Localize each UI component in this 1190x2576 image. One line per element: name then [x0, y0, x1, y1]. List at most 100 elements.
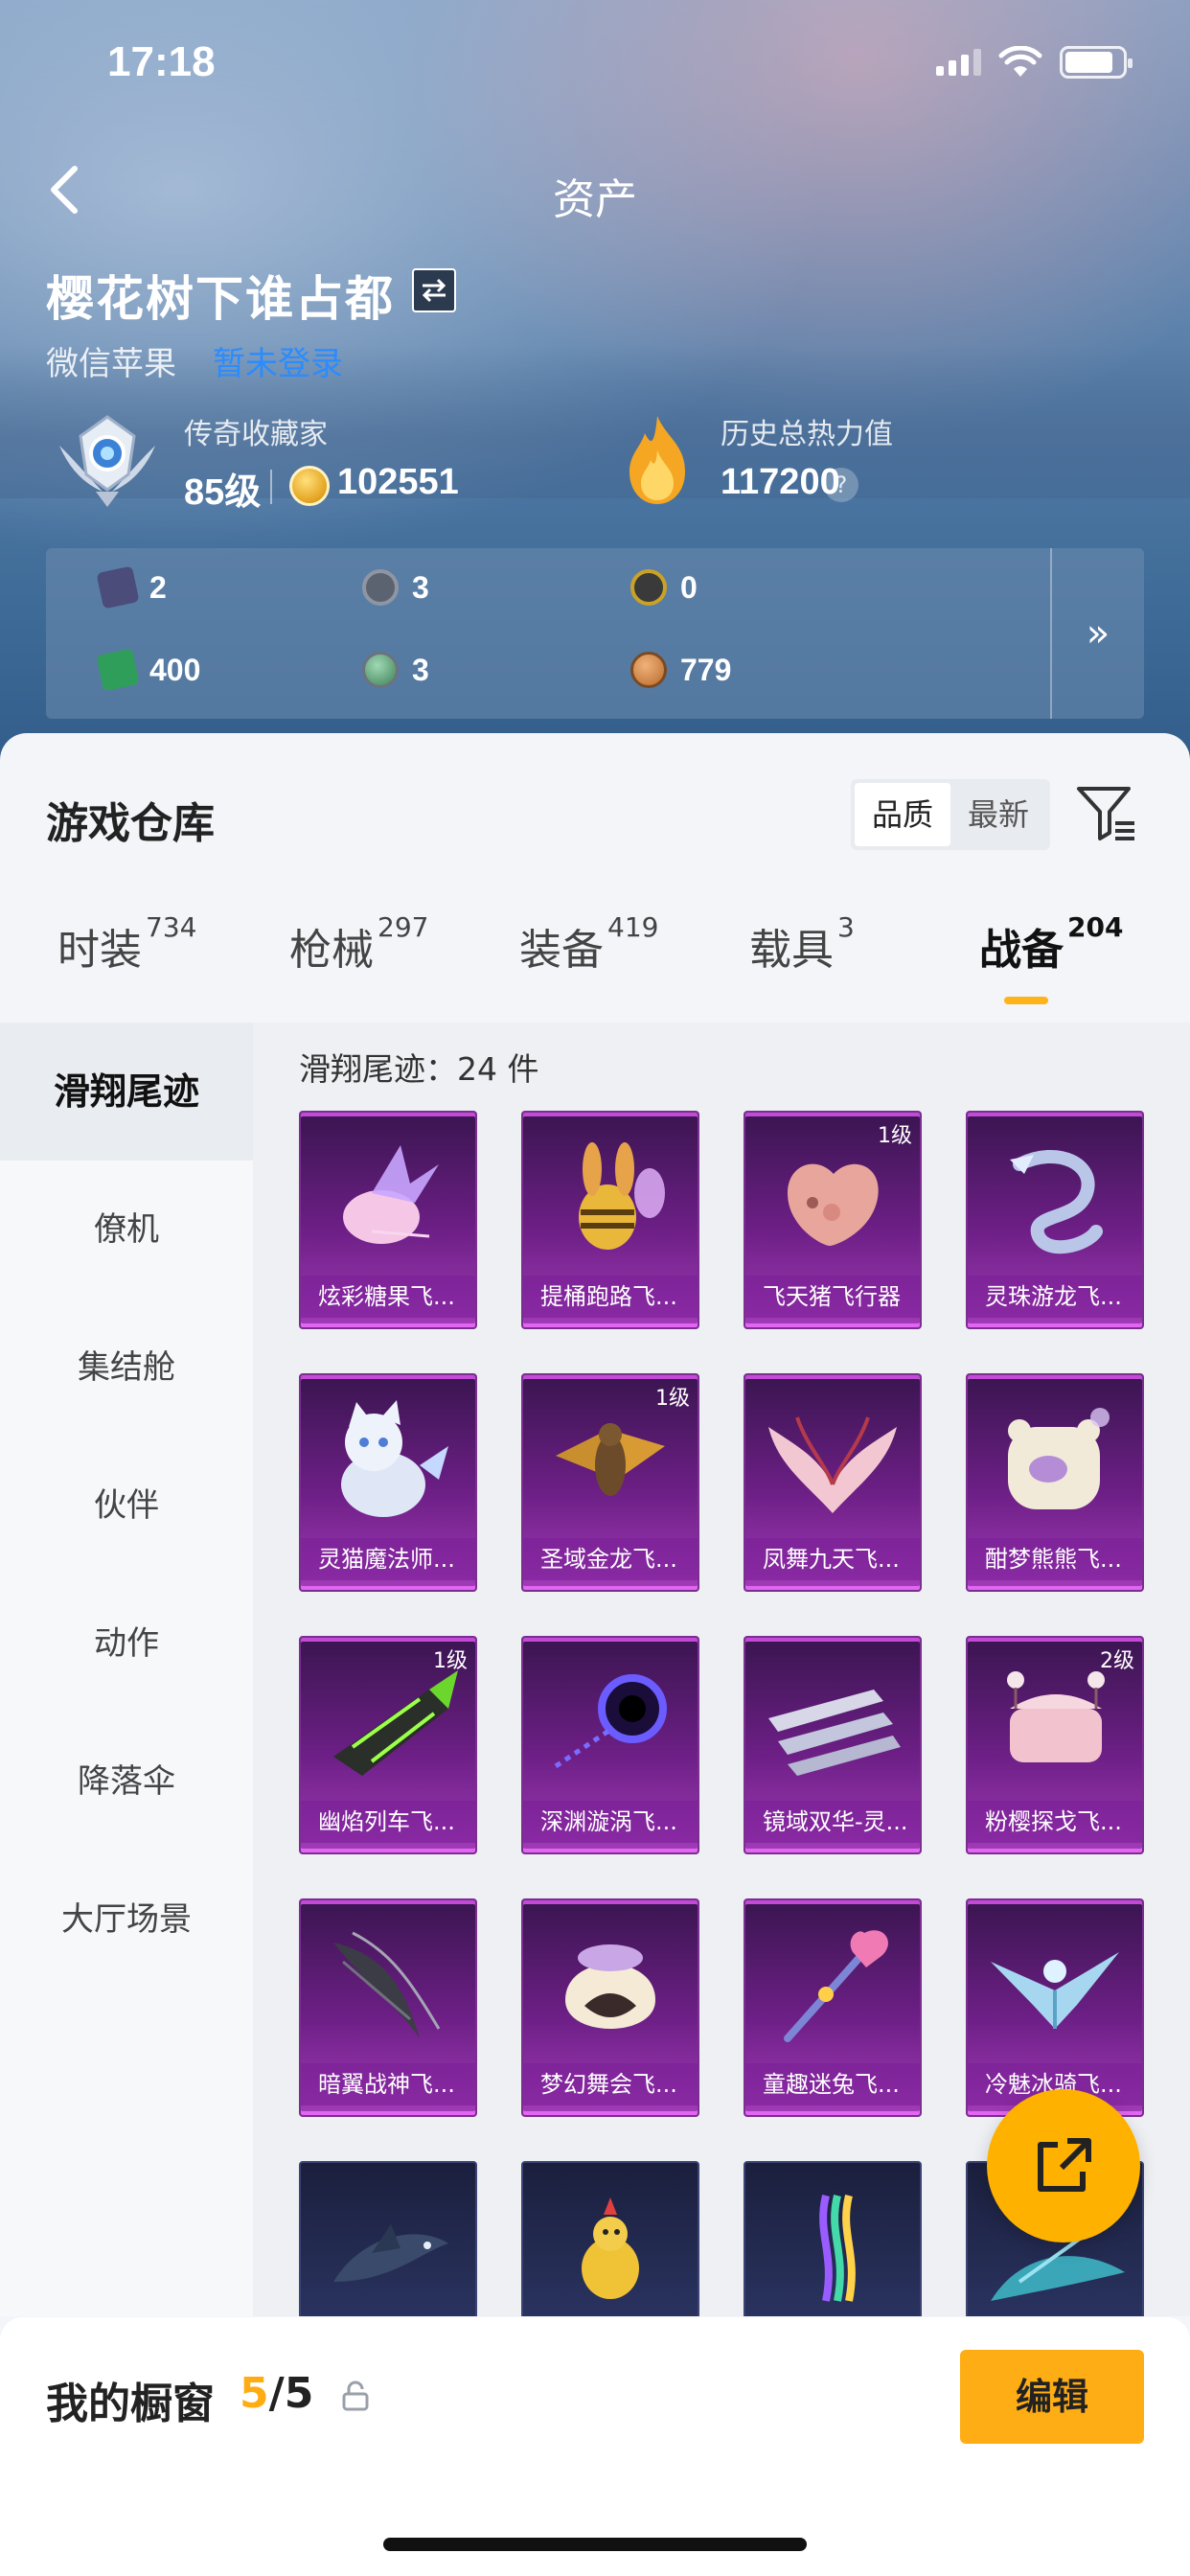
mirror-blades-icon — [768, 1690, 901, 1776]
collection-score: 102551 — [337, 462, 459, 502]
wifi-icon — [998, 46, 1042, 77]
tab-count: 3 — [837, 911, 855, 943]
item-card[interactable] — [299, 2161, 477, 2316]
chicken-icon — [582, 2197, 639, 2299]
grid-count-title: 滑翔尾迹：24 件 — [299, 1050, 539, 1088]
item-card[interactable]: 灵珠游龙飞... — [966, 1111, 1144, 1329]
rank-title: 传奇收藏家 — [184, 418, 328, 451]
item-name: 镜域双华-灵... — [745, 1801, 920, 1843]
lock-icon — [342, 2380, 369, 2411]
sidebar-item-glide-trail[interactable]: 滑翔尾迹 — [0, 1023, 253, 1161]
item-card[interactable]: 炫彩糖果飞... — [299, 1111, 477, 1329]
sidebar-item-lobby-scene[interactable]: 大厅场景 — [0, 1851, 253, 1989]
bronze-coin-icon — [630, 652, 667, 688]
resource-value: 2 — [149, 569, 167, 605]
category-tabs: 时装 734 枪械 297 装备 419 载具 3 战备 204 — [0, 911, 1190, 1021]
item-card[interactable]: 深渊漩涡飞... — [521, 1636, 699, 1854]
ticket-icon — [96, 648, 140, 692]
item-name: 灵珠游龙飞... — [968, 1276, 1142, 1318]
item-card[interactable]: 童趣迷兔飞... — [744, 1898, 922, 2117]
item-name: 梦幻舞会飞... — [523, 2063, 698, 2105]
item-card[interactable]: 暗翼战神飞... — [299, 1898, 477, 2117]
sidebar-item-wingman[interactable]: 僚机 — [0, 1161, 253, 1299]
card-icon — [96, 565, 140, 610]
dark-wings-icon — [333, 1931, 441, 2038]
item-card[interactable]: 1级 圣域金龙飞... — [521, 1373, 699, 1592]
tab-count: 204 — [1067, 911, 1124, 943]
user-name: 樱花树下谁占都 — [46, 271, 395, 327]
item-card[interactable]: 酣梦熊熊飞... — [966, 1373, 1144, 1592]
green-orb-icon — [362, 652, 399, 688]
item-card[interactable] — [744, 2161, 922, 2316]
candy-glider-icon — [343, 1145, 439, 1244]
rank-emblem-icon — [59, 415, 155, 507]
tab-count: 419 — [607, 911, 659, 943]
platform-label: 微信苹果 — [46, 345, 176, 383]
showcase-title: 我的橱窗 — [46, 2380, 215, 2428]
item-card[interactable]: 提桶跑路飞... — [521, 1111, 699, 1329]
item-card[interactable]: 凤舞九天飞... — [744, 1373, 922, 1592]
tab-vehicles[interactable]: 载具 3 — [749, 911, 855, 977]
filter-icon[interactable] — [1075, 781, 1138, 844]
sidebar-item-companion[interactable]: 伙伴 — [0, 1437, 253, 1575]
sakura-tango-icon — [1007, 1671, 1105, 1762]
cellular-signal-icon — [936, 49, 981, 76]
sidebar-item-emote[interactable]: 动作 — [0, 1575, 253, 1713]
divider — [270, 470, 272, 504]
item-card[interactable]: 梦幻舞会飞... — [521, 1898, 699, 2117]
item-card[interactable]: 1级 飞天猪飞行器 — [744, 1111, 922, 1329]
item-name: 暗翼战神飞... — [301, 2063, 475, 2105]
tab-label: 时装 — [57, 926, 142, 975]
item-name: 粉樱探戈飞... — [968, 1801, 1142, 1843]
resource-panel: 2 3 0 400 3 779 » — [46, 548, 1144, 719]
help-icon[interactable]: ? — [824, 468, 858, 502]
tab-equipment[interactable]: 装备 419 — [519, 911, 658, 977]
magic-cat-icon — [341, 1400, 448, 1517]
subcategory-sidebar: 滑翔尾迹 僚机 集结舱 伙伴 动作 降落伞 大厅场景 — [0, 1023, 253, 2316]
item-card[interactable] — [521, 2161, 699, 2316]
resources-more-button[interactable]: » — [1050, 548, 1144, 719]
tab-count: 734 — [146, 911, 197, 943]
resource-value: 0 — [680, 569, 698, 605]
sleepy-bear-icon — [1008, 1408, 1110, 1509]
sort-toggle: 品质 最新 — [851, 779, 1051, 850]
active-tab-indicator — [1004, 997, 1048, 1004]
item-card[interactable]: 镜域双华-灵... — [744, 1636, 922, 1854]
profile-header: 17:18 资产 樱花树下谁占都 微信苹果 暂未登录 传奇收藏家 85级 102… — [0, 0, 1190, 767]
resource-value: 3 — [412, 569, 429, 605]
abyss-vortex-icon — [554, 1674, 667, 1769]
sidebar-item-pod[interactable]: 集结舱 — [0, 1299, 253, 1437]
token-icon — [362, 569, 399, 606]
sort-latest-button[interactable]: 最新 — [950, 783, 1046, 846]
item-card[interactable]: 1级 幽焰列车飞... — [299, 1636, 477, 1854]
bee-bucket-icon — [579, 1142, 665, 1250]
item-name: 灵猫魔法师... — [301, 1538, 475, 1580]
item-name: 炫彩糖果飞... — [301, 1276, 475, 1318]
tab-guns[interactable]: 枪械 297 — [289, 911, 428, 977]
item-name: 凤舞九天飞... — [745, 1538, 920, 1580]
resource-value: 3 — [412, 652, 429, 687]
edit-button[interactable]: 编辑 — [960, 2350, 1144, 2444]
resource-gold-badge: 0 — [630, 569, 698, 606]
resource-value: 400 — [149, 652, 201, 687]
resource-bronze-coin: 779 — [630, 652, 731, 688]
showcase-count: 5/5 — [240, 2369, 313, 2418]
tab-fashion[interactable]: 时装 734 — [57, 911, 196, 977]
sort-quality-button[interactable]: 品质 — [855, 783, 951, 846]
switch-account-icon[interactable] — [412, 268, 456, 312]
item-card[interactable]: 灵猫魔法师... — [299, 1373, 477, 1592]
status-time: 17:18 — [107, 38, 216, 85]
tab-label: 装备 — [519, 926, 604, 975]
item-card[interactable]: 冷魅冰骑飞... — [966, 1898, 1144, 2117]
bunny-wand-icon — [784, 1930, 888, 2042]
gold-badge-icon — [630, 569, 667, 606]
heat-value: 117200 — [721, 462, 840, 502]
login-status-link[interactable]: 暂未登录 — [213, 337, 343, 384]
resource-ticket: 400 — [96, 648, 201, 692]
tab-battle-gear[interactable]: 战备 204 — [979, 911, 1123, 977]
sidebar-item-parachute[interactable]: 降落伞 — [0, 1713, 253, 1851]
item-card[interactable]: 2级 粉樱探戈飞... — [966, 1636, 1144, 1854]
rank-level: 85级 — [184, 472, 262, 513]
tab-count: 297 — [378, 911, 429, 943]
share-button[interactable] — [987, 2089, 1140, 2242]
